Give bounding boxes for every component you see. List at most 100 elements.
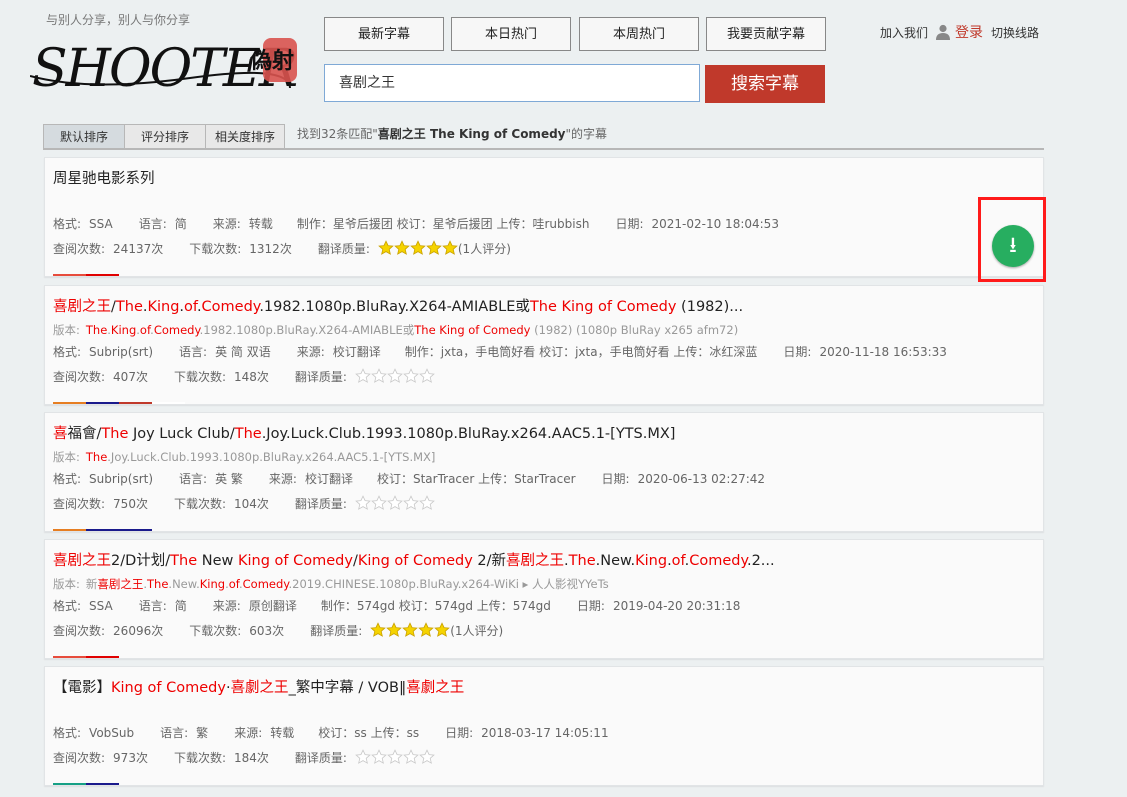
tab-divider (43, 148, 1044, 150)
highlight-text: of (671, 553, 685, 569)
result-card[interactable]: 喜剧之王2/D计划/The New King of Comedy/King of… (44, 539, 1044, 659)
meta-value: 英 简 双语 (215, 345, 271, 359)
credits-text: 制作：jxta，手电筒好看 校订：jxta，手电筒好看 上传：冰红深蓝 (404, 345, 758, 359)
title-text: 福會/ (67, 426, 102, 442)
title-text: 【電影】 (53, 680, 111, 696)
rating-stars[interactable] (378, 240, 458, 259)
star-icon (418, 622, 435, 637)
tag-color-segment (119, 402, 152, 404)
rating-stars[interactable] (370, 622, 451, 641)
star-icon (371, 495, 387, 510)
search-input[interactable]: 喜剧之王 (324, 64, 700, 102)
star-icon (355, 495, 371, 510)
meta-value: 24137次 (113, 242, 164, 256)
meta-value: 英 繁 (215, 472, 243, 486)
meta-value: 转载 (248, 217, 273, 231)
title-text: .2019.CHINESE.1080p.BluRay.x264-WiKi ▸ 人… (288, 577, 609, 591)
result-card[interactable]: 周星驰电影系列 格式: SSA 语言: 简 来源: 转载 制作：星爷后援团 校订：星爷后援团 … (44, 157, 1044, 277)
meta-value: 原创翻译 (248, 599, 297, 613)
rating-note: (1人评分) (457, 242, 511, 256)
highlight-text: The (85, 450, 108, 464)
meta-value: 184次 (234, 751, 269, 765)
version-label: 版本: (53, 450, 80, 464)
meta-value: 简 (174, 217, 187, 231)
meta-field: 语言: 繁 (160, 724, 208, 741)
result-title-link[interactable]: 周星驰电影系列 (53, 167, 155, 188)
star-icon (355, 368, 371, 383)
search-button[interactable]: 搜索字幕 (705, 65, 825, 103)
highlight-text: King (110, 323, 137, 337)
rating-stars[interactable] (355, 368, 435, 387)
result-title-link[interactable]: 喜剧之王2/D计划/The New King of Comedy/King of… (53, 549, 775, 570)
meta-field: 下载次数: 148次 (174, 368, 269, 385)
highlight-text: 喜劇之王 (230, 680, 289, 696)
meta-value: 校订翻译 (304, 472, 353, 486)
star-icon (442, 240, 458, 255)
result-card[interactable]: 喜剧之王/The.King.of.Comedy.1982.1080p.BluRa… (44, 285, 1044, 405)
title-text: New (197, 553, 238, 569)
meta-field: 日期: 2021-02-10 18:04:53 (615, 215, 779, 232)
meta-value: SSA (89, 217, 113, 231)
result-title-link[interactable]: 喜福會/The Joy Luck Club/The.Joy.Luck.Club.… (53, 422, 675, 443)
meta-value: 104次 (234, 497, 269, 511)
highlight-text: The (115, 299, 143, 315)
sort-tabs: 默认排序 评分排序 相关度排序 (43, 124, 285, 148)
title-text: .New. (168, 577, 200, 591)
highlight-text: 喜剧之王 (53, 299, 111, 315)
meta-value: 603次 (249, 624, 285, 638)
join-us-link[interactable]: 加入我们 (880, 24, 928, 41)
title-text: Joy Luck Club/ (128, 426, 235, 442)
result-card[interactable]: 【電影】King of Comedy·喜劇之王_繁中字幕 / VOB‖喜劇之王格… (44, 666, 1044, 786)
rating-note: (1人评分) (450, 624, 504, 638)
meta-value: 2020-06-13 02:27:42 (637, 472, 766, 486)
highlight-text: The (85, 323, 108, 337)
meta-label: 查阅次数: (53, 242, 106, 256)
nav-daily-hot[interactable]: 本日热门 (451, 17, 571, 51)
meta-label: 格式: (53, 599, 82, 613)
switch-route-link[interactable]: 切换线路 (991, 24, 1039, 41)
rating-stars[interactable] (355, 495, 435, 514)
shooter-logo-icon: SHOOTER 偽射 (29, 38, 299, 99)
star-icon (419, 368, 435, 383)
result-title-link[interactable]: 【電影】King of Comedy·喜劇之王_繁中字幕 / VOB‖喜劇之王 (53, 676, 464, 697)
meta-row: 格式: SSA 语言: 简 来源: 原创翻译 制作：574gd 校订：574gd 上传：57… (53, 597, 740, 614)
download-arrow-icon[interactable]: ⭳ (992, 225, 1034, 267)
top-right-links: 加入我们 登录 切换线路 (880, 22, 1047, 42)
tag-color-segment (119, 529, 152, 531)
rating-stars[interactable] (355, 749, 435, 768)
result-card[interactable]: 喜福會/The Joy Luck Club/The.Joy.Luck.Club.… (44, 412, 1044, 532)
title-text: 新 (85, 577, 98, 591)
highlight-text: 喜劇之王 (406, 680, 465, 696)
tag-color-segment (86, 529, 119, 531)
meta-value: SSA (89, 599, 113, 613)
meta-value: 750次 (113, 497, 148, 511)
stats-row: 查阅次数: 407次 下载次数: 148次 翻译质量: (53, 368, 435, 387)
login-link[interactable]: 登录 (955, 22, 983, 42)
nav-latest-subtitles[interactable]: 最新字幕 (324, 17, 444, 51)
star-icon (386, 622, 403, 637)
highlight-text: 喜剧之王 (506, 553, 565, 569)
result-title-link[interactable]: 喜剧之王/The.King.of.Comedy.1982.1080p.BluRa… (53, 295, 743, 316)
meta-field: 查阅次数: 750次 (53, 495, 148, 512)
tab-relevance-sort[interactable]: 相关度排序 (205, 124, 285, 148)
meta-label: 下载次数: (189, 242, 242, 256)
star-icon (426, 240, 442, 255)
tag-color-bar (53, 402, 185, 404)
highlight-text: Comedy (689, 553, 747, 569)
star-icon (403, 749, 419, 764)
star-icon (403, 495, 419, 510)
meta-label: 语言: (138, 599, 167, 613)
meta-field: 下载次数: 603次 (189, 622, 284, 639)
meta-label: 来源: (234, 726, 263, 740)
nav-contribute[interactable]: 我要贡献字幕 (706, 17, 826, 51)
tab-rating-sort[interactable]: 评分排序 (124, 124, 206, 148)
meta-label: 日期: (445, 726, 474, 740)
tab-default-sort[interactable]: 默认排序 (43, 124, 125, 148)
meta-field: 日期: 2018-03-17 14:05:11 (445, 724, 609, 741)
site-logo[interactable]: SHOOTER 偽射 (29, 28, 310, 99)
meta-field: 语言: 英 繁 (179, 470, 243, 487)
meta-value: 407次 (113, 370, 148, 384)
result-version: 版本: The.Joy.Luck.Club.1993.1080p.BluRay.x… (53, 449, 435, 465)
meta-label: 查阅次数: (53, 370, 106, 384)
nav-weekly-hot[interactable]: 本周热门 (579, 17, 699, 51)
